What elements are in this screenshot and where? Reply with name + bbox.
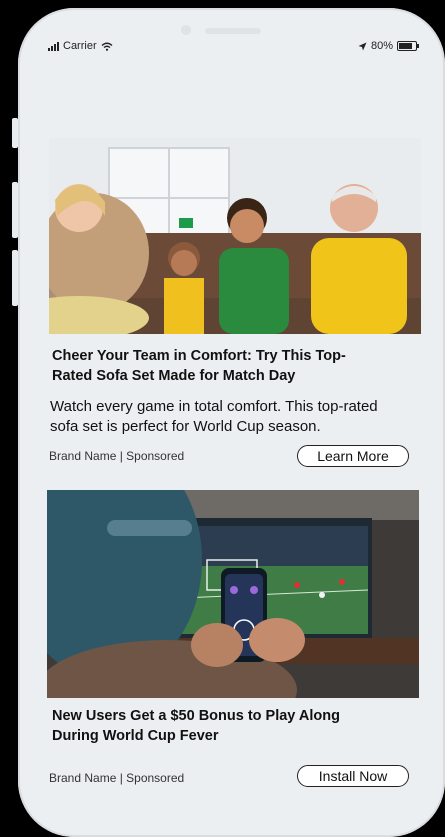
location-arrow-icon	[358, 42, 367, 50]
ad-1-body: Watch every game in total comfort. This …	[50, 398, 378, 435]
mute-switch	[12, 118, 18, 148]
ad-2-image[interactable]	[47, 490, 419, 698]
battery-percent: 80%	[370, 40, 393, 52]
speaker	[205, 28, 261, 34]
phone-betting-app-image	[47, 490, 419, 698]
volume-down-button	[12, 250, 18, 306]
family-watching-match-image	[49, 138, 421, 334]
ad-2-sponsor-label: Brand Name | Sponsored	[49, 771, 185, 785]
signal-icon	[48, 41, 59, 51]
battery-icon	[397, 41, 419, 51]
wifi-icon	[101, 42, 113, 51]
status-bar-right: 80%	[358, 40, 419, 52]
ad-1-image[interactable]	[49, 138, 421, 334]
ad-2-title[interactable]: New Users Get a $50 Bonus to Play Along …	[52, 706, 382, 746]
install-now-button[interactable]: Install Now	[297, 765, 409, 787]
notch	[148, 20, 306, 54]
ad-1-sponsor-label: Brand Name | Sponsored	[49, 449, 185, 463]
carrier-label: Carrier	[63, 40, 97, 52]
camera	[181, 25, 191, 35]
ad-1-title[interactable]: Cheer Your Team in Comfort: Try This Top…	[52, 346, 372, 386]
learn-more-button[interactable]: Learn More	[297, 445, 409, 467]
volume-up-button	[12, 182, 18, 238]
status-bar-left: Carrier	[48, 40, 113, 52]
